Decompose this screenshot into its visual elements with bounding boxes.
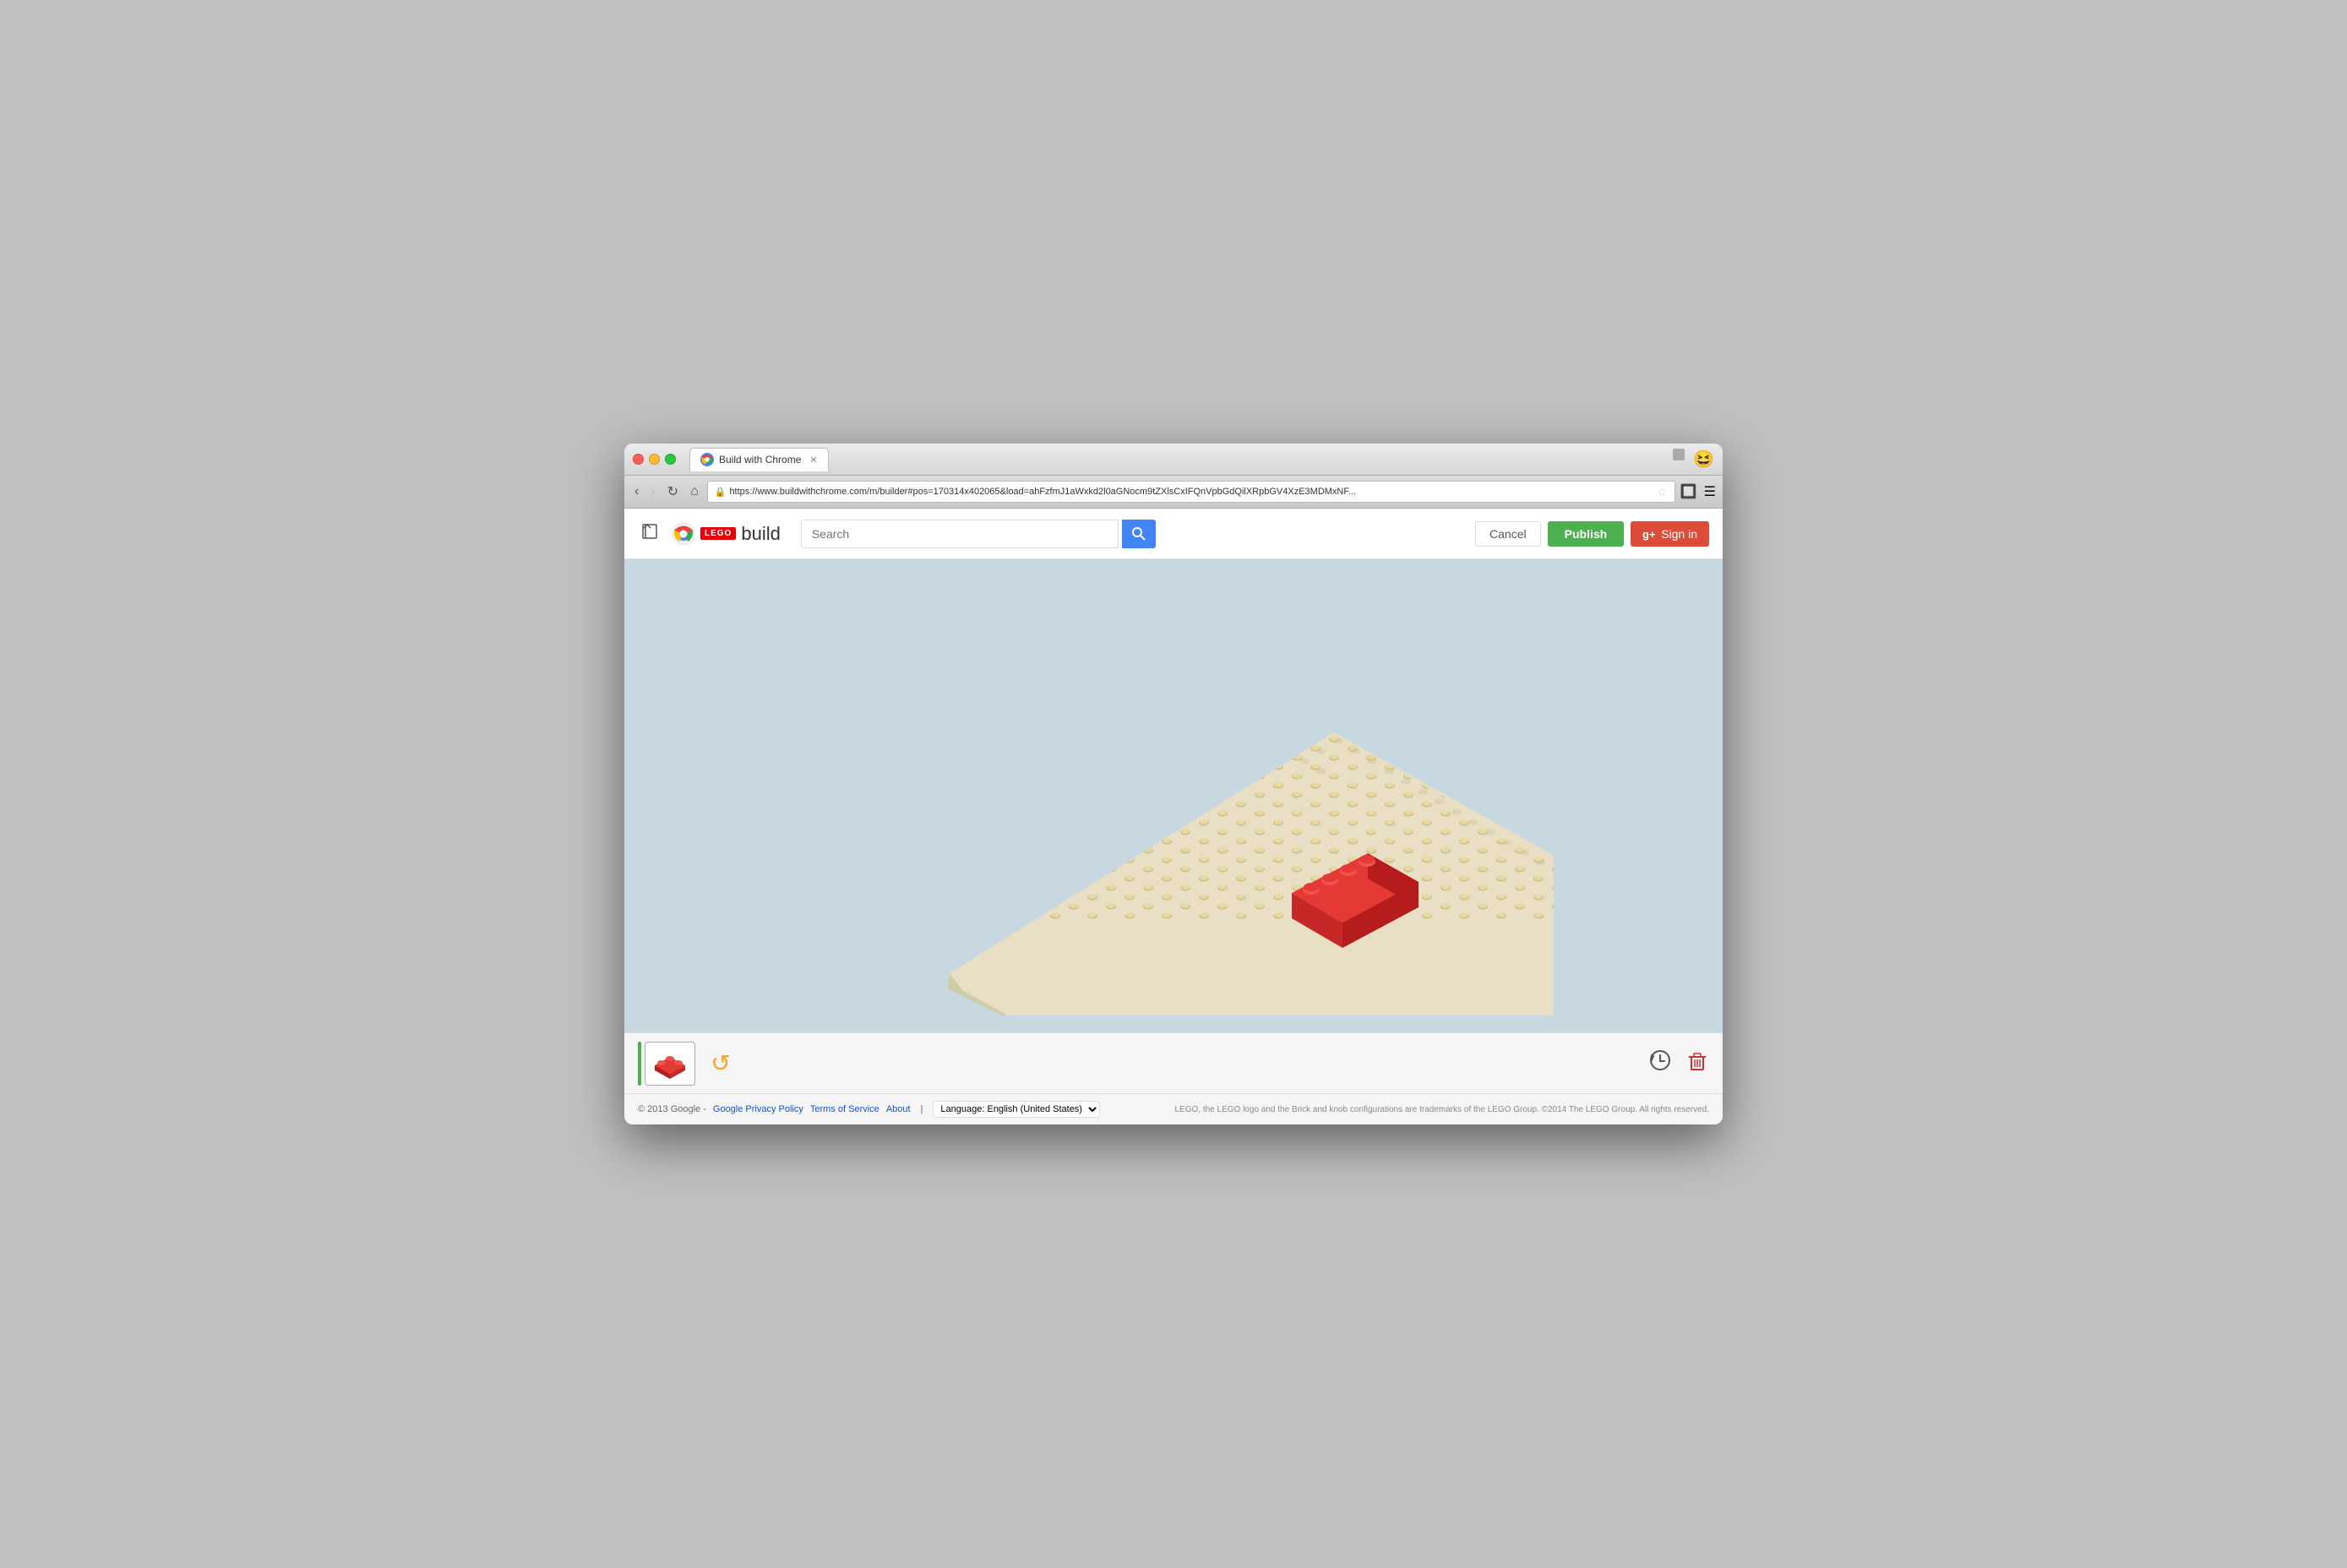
gplus-icon: g+ xyxy=(1642,527,1656,541)
signin-button[interactable]: g+ Sign in xyxy=(1631,521,1709,547)
bookmark-star-icon[interactable]: ☆ xyxy=(1657,485,1668,499)
privacy-link[interactable]: Google Privacy Policy xyxy=(713,1104,803,1114)
menu-icon[interactable]: ☰ xyxy=(1704,483,1716,500)
search-icon xyxy=(1132,527,1146,541)
history-icon xyxy=(1648,1048,1672,1072)
title-bar: Build with Chrome ✕ 😆 xyxy=(624,444,1723,476)
mac-window: Build with Chrome ✕ 😆 ‹ › ↻ ⌂ 🔒 https://… xyxy=(624,444,1723,1124)
address-input[interactable]: 🔒 https://www.buildwithchrome.com/m/buil… xyxy=(707,481,1675,503)
chrome-logo-icon xyxy=(672,522,695,546)
share-button[interactable] xyxy=(638,520,662,547)
about-link[interactable]: About xyxy=(886,1104,911,1114)
brick-thumbnail xyxy=(651,1048,689,1079)
main-canvas[interactable]: LEGO No. 8325950 xyxy=(624,559,1723,1032)
copyright-text: © 2013 Google - xyxy=(638,1104,706,1114)
trash-icon xyxy=(1685,1048,1709,1072)
home-button[interactable]: ⌂ xyxy=(687,482,702,501)
app-header: LEGO build Cancel Publish g+ Sign in xyxy=(624,509,1723,559)
reload-button[interactable]: ↻ xyxy=(664,482,682,502)
resize-button[interactable] xyxy=(1673,449,1685,460)
publish-button[interactable]: Publish xyxy=(1548,521,1625,547)
build-label: build xyxy=(741,523,780,545)
cancel-button[interactable]: Cancel xyxy=(1475,521,1541,547)
close-button[interactable] xyxy=(633,454,644,465)
secure-icon: 🔒 xyxy=(715,487,727,498)
share-icon xyxy=(641,523,658,540)
terms-link[interactable]: Terms of Service xyxy=(810,1104,879,1114)
minimize-button[interactable] xyxy=(649,454,660,465)
lego-scene: LEGO No. 8325950 xyxy=(793,576,1554,1015)
emoji-button[interactable]: 😆 xyxy=(1693,449,1714,470)
toolbar-icons: 🔲 ☰ xyxy=(1680,483,1716,500)
brick-slot-1[interactable] xyxy=(645,1042,695,1086)
window-controls: 😆 xyxy=(1673,449,1714,470)
active-tab[interactable]: Build with Chrome ✕ xyxy=(689,448,829,471)
address-bar: ‹ › ↻ ⌂ 🔒 https://www.buildwithchrome.co… xyxy=(624,476,1723,509)
search-button[interactable] xyxy=(1122,520,1156,548)
bottom-right-actions xyxy=(1648,1048,1709,1078)
search-container xyxy=(801,520,1156,548)
logo-area: LEGO build xyxy=(672,522,781,546)
search-input[interactable] xyxy=(801,520,1119,548)
footer: © 2013 Google - Google Privacy Policy Te… xyxy=(624,1093,1723,1124)
rotate-button[interactable]: ↺ xyxy=(699,1042,743,1086)
history-button[interactable] xyxy=(1648,1048,1672,1078)
selected-indicator xyxy=(638,1042,641,1086)
tab-title: Build with Chrome xyxy=(719,454,801,466)
lego-logo: LEGO xyxy=(700,527,736,540)
divider: | xyxy=(921,1104,923,1114)
brick-selector: ↺ xyxy=(638,1042,743,1086)
maximize-button[interactable] xyxy=(665,454,676,465)
back-button[interactable]: ‹ xyxy=(631,482,642,501)
lego-copyright: LEGO, the LEGO logo and the Brick and kn… xyxy=(1174,1105,1709,1114)
language-select[interactable]: Language: English (United States) xyxy=(933,1101,1100,1118)
extension-icon-1[interactable]: 🔲 xyxy=(1680,483,1697,500)
forward-button[interactable]: › xyxy=(647,482,658,501)
tab-bar: Build with Chrome ✕ xyxy=(689,448,1666,471)
chrome-favicon xyxy=(700,453,714,466)
header-actions: Cancel Publish g+ Sign in xyxy=(1475,521,1709,547)
bottom-toolbar: ↺ xyxy=(624,1032,1723,1093)
traffic-lights xyxy=(633,454,676,465)
tab-close-button[interactable]: ✕ xyxy=(809,455,817,466)
svg-text:g+: g+ xyxy=(1642,528,1656,541)
delete-button[interactable] xyxy=(1685,1048,1709,1078)
url-display: https://www.buildwithchrome.com/m/builde… xyxy=(729,487,1356,497)
